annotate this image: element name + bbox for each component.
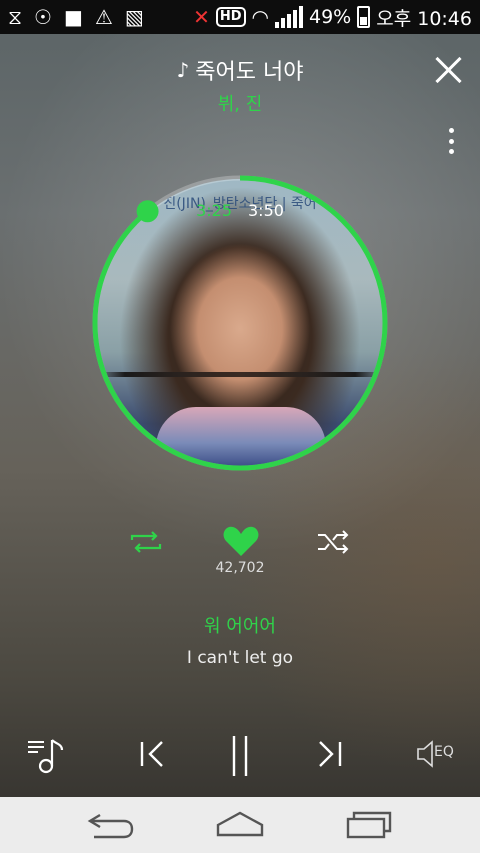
mute-icon: ✕ bbox=[193, 5, 210, 29]
recent-apps-icon[interactable] bbox=[344, 809, 394, 841]
lyric-next-line[interactable]: I can't let go bbox=[0, 648, 480, 668]
pause-icon[interactable] bbox=[224, 732, 256, 776]
app-icon-2: ☉ bbox=[34, 5, 52, 29]
total-time: 3:50 bbox=[248, 201, 284, 220]
previous-icon[interactable] bbox=[136, 732, 168, 776]
eq-button[interactable]: EQ bbox=[414, 732, 464, 776]
next-icon[interactable] bbox=[314, 732, 346, 776]
clock: 오후 10:46 bbox=[376, 7, 472, 30]
more-options-icon[interactable] bbox=[448, 128, 454, 154]
battery-icon bbox=[357, 6, 371, 28]
progress-arc bbox=[92, 175, 388, 471]
repeat-icon[interactable] bbox=[128, 528, 164, 556]
pill-icon: ■ bbox=[63, 5, 83, 29]
image-icon: ▧ bbox=[124, 5, 144, 29]
player-header: ♪ 죽어도 너야 뷔, 진 bbox=[0, 34, 480, 124]
title-wrap: ♪ 죽어도 너야 bbox=[0, 54, 480, 86]
artist-name[interactable]: 뷔, 진 bbox=[0, 90, 480, 116]
signal-icon bbox=[275, 6, 303, 28]
playlist-icon[interactable] bbox=[24, 732, 68, 776]
eq-label: EQ bbox=[434, 744, 454, 760]
player-controls: EQ bbox=[0, 724, 480, 784]
lyric-current-line[interactable]: 워 어어어 bbox=[0, 612, 480, 638]
secondary-controls: 42,702 bbox=[0, 524, 480, 584]
eq-icon bbox=[417, 740, 433, 768]
heart-icon[interactable] bbox=[222, 524, 260, 558]
status-bar: ⧖ ☉ ■ ⚠ ▧ ✕ HD ◠ 49% 오후 10:46 bbox=[0, 0, 480, 34]
system-nav-bar bbox=[0, 797, 480, 853]
shuffle-icon[interactable] bbox=[316, 528, 352, 556]
album-area: 진(JIN)_방탄소년단 | 죽어 3:25 3:50 bbox=[90, 173, 390, 473]
song-title: 죽어도 너야 bbox=[195, 60, 304, 85]
music-note-icon: ♪ bbox=[176, 58, 190, 82]
hd-badge: HD bbox=[215, 7, 246, 27]
like-count: 42,702 bbox=[215, 560, 265, 576]
time-row: 3:25 3:50 bbox=[90, 201, 390, 220]
close-icon[interactable] bbox=[434, 56, 462, 84]
battery-percent: 49% bbox=[309, 6, 352, 28]
elapsed-time: 3:25 bbox=[196, 201, 232, 220]
home-icon[interactable] bbox=[215, 809, 265, 841]
warning-icon: ⚠ bbox=[94, 5, 113, 29]
back-icon[interactable] bbox=[86, 809, 136, 841]
app-icon-1: ⧖ bbox=[8, 5, 23, 29]
wifi-icon: ◠ bbox=[251, 5, 269, 29]
